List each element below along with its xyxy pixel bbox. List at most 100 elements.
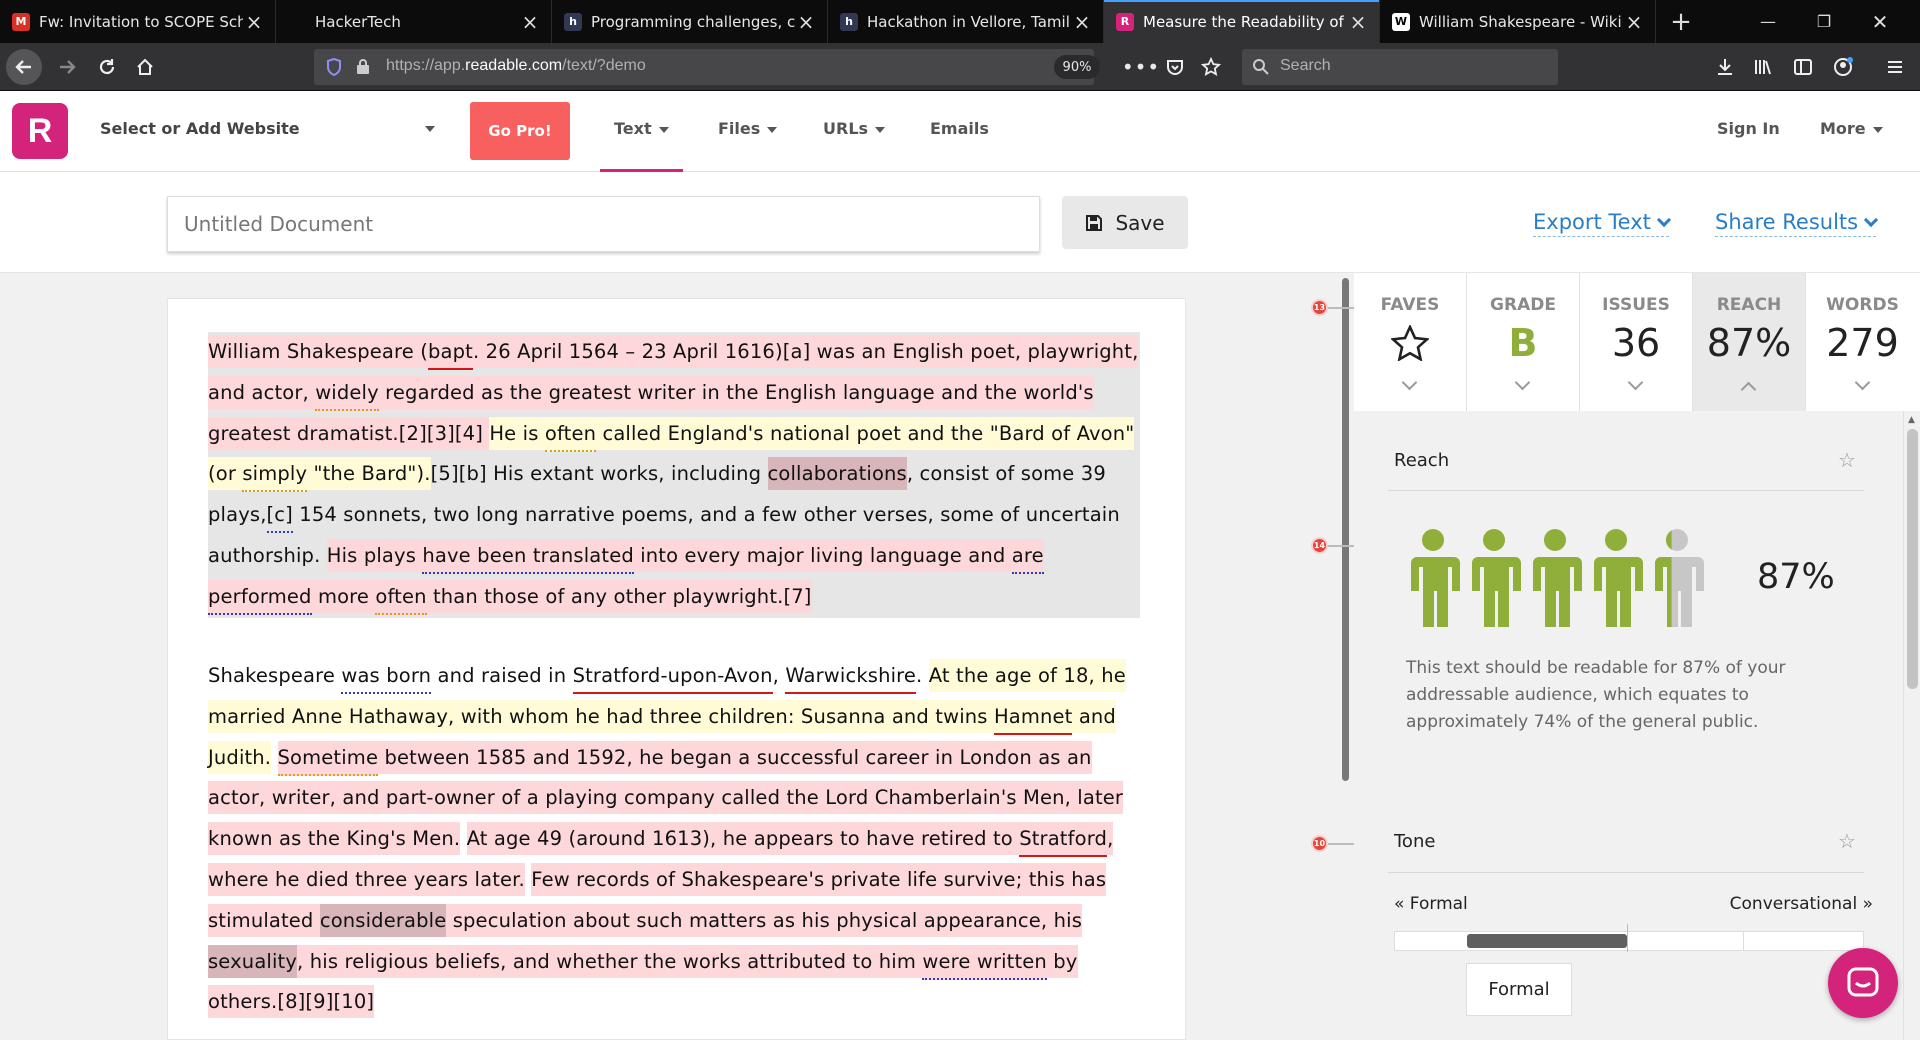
favorite-star-icon[interactable]: ☆ [1838, 829, 1856, 853]
sign-in-link[interactable]: Sign In [1717, 119, 1780, 138]
nav-urls[interactable]: URLs [823, 119, 886, 138]
tone-left-label: « Formal [1394, 894, 1468, 914]
nav-files[interactable]: Files [718, 119, 778, 138]
reach-title: Reach [1394, 450, 1450, 471]
panel-scrollbar[interactable]: ▲ [1903, 411, 1920, 1040]
paragraph-2[interactable]: Shakespeare was born and raised in Strat… [208, 656, 1140, 1023]
bookmark-star-button[interactable] [1194, 51, 1228, 83]
reload-icon [99, 59, 115, 75]
share-results-label: Share Results [1715, 210, 1859, 234]
reload-button[interactable] [90, 51, 124, 83]
browser-tab[interactable]: M Fw: Invitation to SCOPE School× [0, 0, 276, 43]
home-icon [137, 58, 153, 75]
minimize-button[interactable]: — [1740, 0, 1796, 43]
text-segment: collaborations [767, 457, 907, 491]
marker-connector [1324, 545, 1354, 547]
new-tab-button[interactable]: + [1656, 0, 1706, 43]
more-menu[interactable]: More [1820, 119, 1883, 138]
tone-tick [1743, 932, 1744, 950]
home-button[interactable] [128, 51, 162, 83]
text-segment: . [472, 335, 486, 368]
page-actions-button[interactable]: ••• [1122, 51, 1159, 83]
divider [1388, 490, 1864, 491]
browser-tab[interactable]: h Hackathon in Vellore, Tamil Na× [828, 0, 1104, 43]
person-icon [1655, 529, 1704, 627]
issue-marker[interactable]: 10 [1311, 835, 1328, 852]
stat-grade[interactable]: GRADE B [1467, 273, 1580, 411]
tab-title: Hackathon in Vellore, Tamil Na [867, 12, 1071, 31]
text-segment: Warwickshire [785, 659, 917, 694]
issue-marker[interactable]: 13 [1311, 299, 1328, 316]
person-icon [1594, 529, 1643, 627]
chat-button[interactable] [1828, 948, 1898, 1018]
maximize-button[interactable]: ❐ [1796, 0, 1852, 43]
menu-button[interactable] [1878, 51, 1912, 83]
stat-issues[interactable]: ISSUES 36 [1580, 273, 1693, 411]
search-placeholder: Search [1280, 57, 1331, 74]
close-tab-icon[interactable]: × [243, 10, 265, 34]
browser-tab[interactable]: h Programming challenges, codi× [552, 0, 828, 43]
pocket-button[interactable] [1158, 51, 1192, 83]
tone-title: Tone [1394, 831, 1436, 852]
close-tab-icon[interactable]: × [1347, 10, 1369, 34]
close-window-button[interactable]: ✕ [1852, 0, 1908, 43]
nav-urls-label: URLs [823, 119, 869, 138]
save-button[interactable]: Save [1062, 196, 1188, 249]
downloads-button[interactable] [1708, 51, 1742, 83]
browser-tab[interactable]: HackerTech × [276, 0, 552, 43]
search-bar[interactable]: Search [1242, 49, 1558, 85]
stat-reach[interactable]: REACH 87% [1693, 273, 1806, 411]
issue-scroll-rail[interactable] [1342, 278, 1349, 781]
reach-people-graphic [1411, 529, 1704, 627]
close-tab-icon[interactable]: × [519, 10, 541, 34]
sidebar-icon [1794, 59, 1812, 75]
chevron-down-icon [425, 126, 435, 132]
text-segment: widely [315, 375, 379, 411]
browser-tab[interactable]: W William Shakespeare - Wikipe × [1380, 0, 1656, 43]
issue-marker[interactable]: 14 [1311, 537, 1328, 554]
scroll-up-arrow[interactable]: ▲ [1908, 415, 1915, 425]
stat-faves[interactable]: FAVES [1354, 273, 1467, 411]
close-tab-icon[interactable]: × [795, 10, 817, 34]
close-tab-icon[interactable]: × [1623, 10, 1645, 34]
nav-text-label: Text [614, 119, 652, 138]
site-select[interactable]: Select or Add Website [100, 119, 435, 138]
sidebar-button[interactable] [1786, 51, 1820, 83]
library-button[interactable] [1746, 51, 1780, 83]
export-text-label: Export Text [1533, 210, 1651, 234]
text-segment: than those of any other playwright.[7] [426, 579, 812, 613]
forward-button[interactable] [50, 51, 84, 83]
back-button[interactable] [6, 49, 42, 85]
nav-emails[interactable]: Emails [930, 119, 989, 138]
browser-tab[interactable]: R Measure the Readability of Te × [1104, 0, 1380, 43]
hackerearth-icon: h [564, 12, 582, 31]
blank-icon [288, 12, 306, 31]
chevron-down-icon [1514, 374, 1531, 391]
export-text-link[interactable]: Export Text [1533, 210, 1671, 237]
tone-slider[interactable] [1394, 924, 1864, 952]
document-title-input[interactable]: Untitled Document [167, 196, 1040, 252]
stat-words[interactable]: WORDS 279 [1806, 273, 1919, 411]
go-pro-button[interactable]: Go Pro! [470, 102, 570, 160]
divider [1388, 872, 1864, 873]
tab-title: Programming challenges, codi [591, 12, 795, 31]
address-bar[interactable]: https://app.readable.com/text/?demo 90% [314, 49, 1100, 85]
hackerearth-icon: h [840, 12, 858, 31]
document-editor[interactable]: William Shakespeare (bapt. 26 April 1564… [167, 298, 1186, 1040]
text-segment: and raised in [431, 664, 573, 687]
arrow-left-icon [15, 60, 31, 74]
account-button[interactable] [1826, 51, 1860, 83]
text-segment: , [772, 664, 786, 687]
text-segment [460, 822, 466, 855]
share-results-link[interactable]: Share Results [1715, 210, 1879, 237]
readable-logo[interactable]: R [12, 103, 68, 159]
text-segment: are [1011, 538, 1044, 574]
favorite-star-icon[interactable]: ☆ [1838, 448, 1856, 472]
scrollbar-thumb[interactable] [1907, 429, 1918, 689]
person-icon [1472, 529, 1521, 627]
close-tab-icon[interactable]: × [1071, 10, 1093, 34]
text-segment: Hamnet [993, 699, 1073, 735]
paragraph-1[interactable]: William Shakespeare (bapt. 26 April 1564… [208, 332, 1140, 618]
zoom-indicator[interactable]: 90% [1054, 55, 1100, 79]
nav-text[interactable]: Text [600, 119, 683, 172]
